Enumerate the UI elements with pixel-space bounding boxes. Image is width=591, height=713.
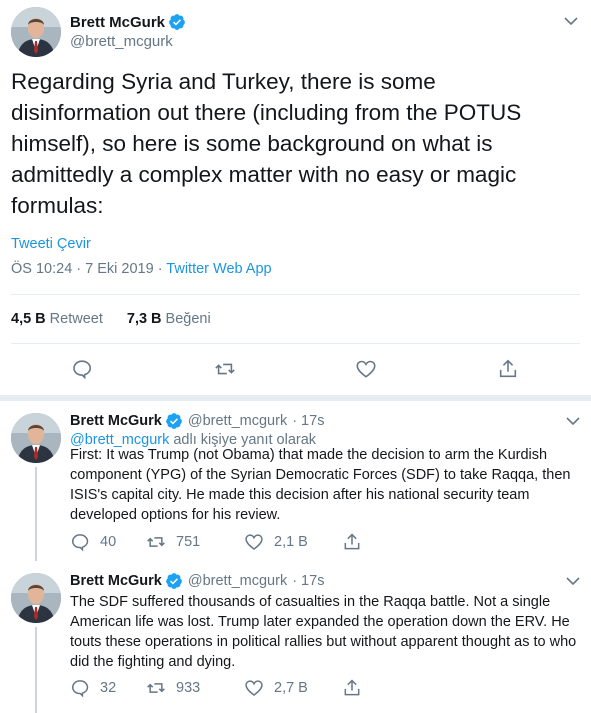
like-button[interactable]: 2,7 B — [244, 678, 342, 698]
verified-badge-icon — [165, 572, 183, 590]
like-icon — [245, 680, 263, 697]
thread-line — [35, 467, 37, 561]
retweet-button[interactable]: 933 — [146, 678, 244, 698]
display-name[interactable]: Brett McGurk — [70, 14, 165, 31]
tweet-actions: 32 933 2,7 B — [70, 678, 372, 698]
like-label[interactable]: Beğeni — [166, 311, 211, 327]
retweet-label[interactable]: Retweet — [50, 311, 103, 327]
timestamp[interactable]: · 17s — [292, 413, 324, 429]
display-name[interactable]: Brett McGurk — [70, 573, 162, 589]
retweet-icon — [147, 683, 165, 693]
retweet-button[interactable]: 751 — [146, 532, 244, 552]
reply-icon — [71, 680, 89, 698]
reply-count: 32 — [100, 680, 117, 696]
main-tweet: Brett McGurk @brett_mcgurk Regarding Syr… — [0, 0, 591, 395]
like-icon — [245, 534, 263, 551]
author-info: Brett McGurk @brett_mcgurk — [70, 12, 186, 50]
tweet-timestamp: ÖS 10:24 · 7 Eki 2019 · Twitter Web App — [11, 261, 272, 277]
retweet-icon — [147, 537, 165, 547]
verified-badge-icon — [168, 13, 186, 31]
share-button[interactable] — [342, 532, 372, 552]
chevron-down-icon[interactable] — [565, 413, 581, 429]
reply-tweet[interactable]: Brett McGurk @brett_mcgurk · 17s The SDF… — [0, 561, 591, 713]
timestamp-text[interactable]: ÖS 10:24 · 7 Eki 2019 · — [11, 261, 166, 277]
reply-button[interactable]: 32 — [70, 678, 146, 698]
chevron-down-icon[interactable] — [563, 13, 579, 29]
divider — [11, 294, 580, 295]
thread-line — [35, 627, 37, 713]
share-icon[interactable] — [497, 358, 519, 380]
verified-badge-icon — [165, 412, 183, 430]
retweet-count[interactable]: 4,5 B — [11, 311, 46, 327]
avatar[interactable] — [11, 7, 61, 57]
reply-header: Brett McGurk @brett_mcgurk · 17s — [70, 571, 324, 591]
tweet-actions: 40 751 2,1 B — [70, 532, 372, 552]
chevron-down-icon[interactable] — [565, 573, 581, 589]
like-button[interactable]: 2,1 B — [244, 532, 342, 552]
share-icon — [344, 679, 360, 696]
translate-link[interactable]: Tweeti Çevir — [11, 236, 91, 252]
reply-icon — [71, 534, 89, 552]
handle[interactable]: @brett_mcgurk — [188, 413, 287, 429]
retweet-count: 933 — [176, 680, 201, 696]
like-count: 2,1 B — [274, 534, 308, 550]
avatar[interactable] — [11, 413, 61, 463]
like-count: 2,7 B — [274, 680, 308, 696]
divider — [11, 343, 580, 344]
display-name[interactable]: Brett McGurk — [70, 413, 162, 429]
tweet-text: Regarding Syria and Turkey, there is som… — [11, 69, 522, 218]
handle[interactable]: @brett_mcgurk — [70, 33, 186, 50]
share-icon — [344, 533, 360, 550]
share-button[interactable] — [342, 678, 372, 698]
like-count[interactable]: 7,3 B — [127, 311, 162, 327]
tweet-text: First: It was Trump (not Obama) that mad… — [70, 447, 571, 523]
reply-count: 40 — [100, 534, 117, 550]
timestamp[interactable]: · 17s — [292, 573, 324, 589]
reply-tweet[interactable]: Brett McGurk @brett_mcgurk · 17s @brett_… — [0, 401, 591, 561]
reply-header: Brett McGurk @brett_mcgurk · 17s — [70, 411, 324, 431]
source-app-link[interactable]: Twitter Web App — [166, 261, 271, 277]
reply-button[interactable]: 40 — [70, 532, 146, 552]
retweet-icon[interactable] — [214, 358, 236, 380]
tweet-stats: 4,5 B Retweet 7,3 B Beğeni — [11, 311, 235, 327]
avatar[interactable] — [11, 573, 61, 623]
like-icon[interactable] — [355, 358, 377, 380]
reply-icon[interactable] — [71, 358, 93, 380]
tweet-text: The SDF suffered thousands of casualties… — [70, 594, 577, 670]
retweet-count: 751 — [176, 534, 201, 550]
handle[interactable]: @brett_mcgurk — [188, 573, 287, 589]
